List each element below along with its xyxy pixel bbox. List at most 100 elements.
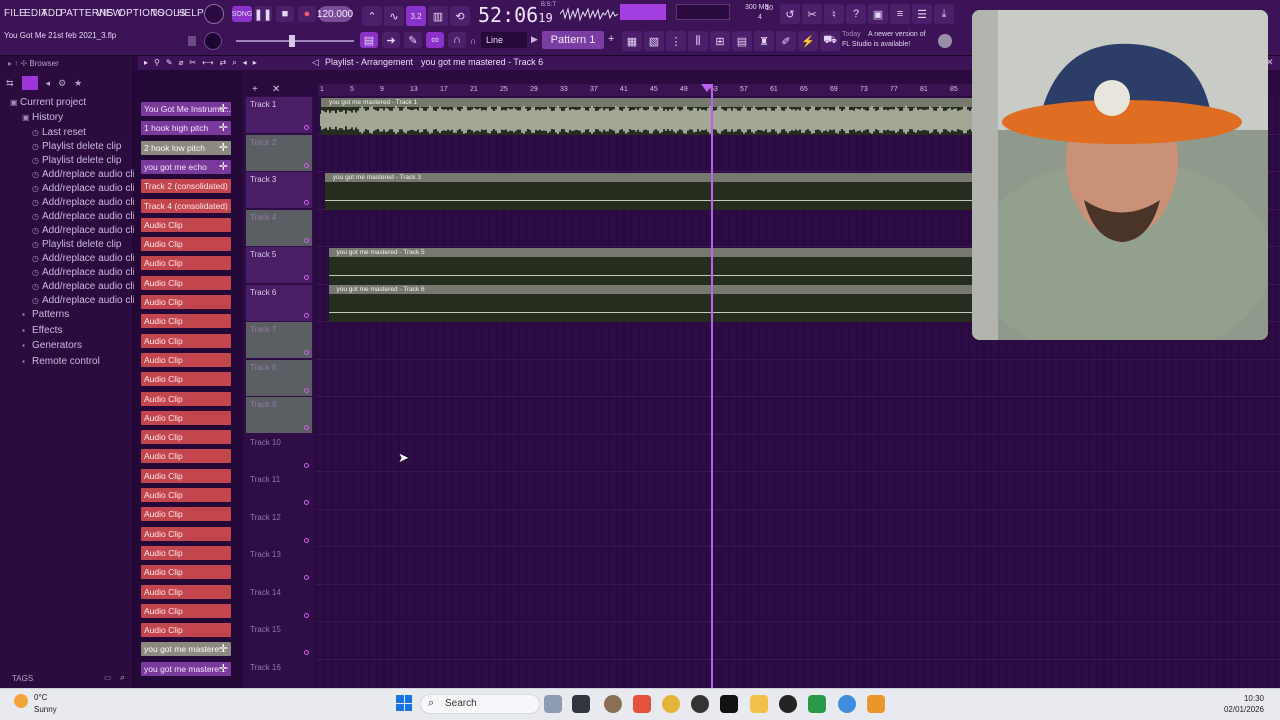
chrome-icon[interactable] <box>662 695 680 713</box>
help-icon[interactable]: ? <box>846 4 866 24</box>
files-icon[interactable]: ▤ <box>732 31 752 51</box>
pattern-selector[interactable]: Pattern 1 <box>542 31 604 49</box>
clip-source-item[interactable]: Track 2 (consolidated) <box>141 179 231 194</box>
browser-item[interactable]: ◷ Playlist delete clip <box>32 239 121 250</box>
add-clip-icon[interactable]: ✛ <box>219 662 228 676</box>
master-volume-slider[interactable] <box>236 40 354 42</box>
clip-source-item[interactable]: Audio Clip <box>141 391 231 406</box>
clip-source-item[interactable]: You Got Me Instrume... ✛ <box>141 102 231 116</box>
track-mute-dot[interactable] <box>304 200 309 205</box>
clip-source-item[interactable]: Audio Clip <box>141 526 231 541</box>
arrow-icon[interactable]: ➜ <box>382 32 400 48</box>
cut-icon[interactable]: ✂ <box>802 4 822 24</box>
master-pitch-knob[interactable] <box>204 32 222 50</box>
track-mute-dot[interactable] <box>304 387 309 393</box>
clip-source-item[interactable]: Audio Clip <box>141 449 231 464</box>
track-header-8[interactable]: Track 8 <box>246 359 312 396</box>
browser-item[interactable]: ◷ Add/replace audio clip <box>32 295 140 306</box>
app-icon-2[interactable] <box>691 695 709 713</box>
browser-item[interactable]: ▣ Current project <box>10 97 86 108</box>
clip-source-item[interactable]: 2 hook low pitch ✛ <box>141 140 231 155</box>
record-mode-icon[interactable] <box>204 4 224 24</box>
browser-item[interactable]: ◷ Add/replace audio clip <box>32 211 140 222</box>
windows-start-icon[interactable] <box>396 695 412 711</box>
playhead[interactable] <box>711 84 713 688</box>
clip-source-item[interactable]: Audio Clip <box>141 603 231 618</box>
save-icon[interactable]: ▣ <box>868 4 888 24</box>
add-pattern-icon[interactable]: + <box>608 33 614 45</box>
clip-source-item[interactable]: Audio Clip <box>141 314 231 329</box>
track-mute-dot[interactable] <box>304 162 309 168</box>
clip-source-item[interactable]: Audio Clip <box>141 237 231 252</box>
globe-icon[interactable] <box>938 34 952 48</box>
browser-item[interactable]: ▪ Remote control <box>22 356 100 367</box>
remove-track-icon[interactable]: ✕ <box>272 84 280 95</box>
faders-icon[interactable]: ⫼ <box>688 31 708 51</box>
clip-source-item[interactable]: Audio Clip <box>141 410 231 425</box>
track-mute-dot[interactable] <box>304 537 309 543</box>
add-clip-icon[interactable]: ✛ <box>219 160 228 174</box>
browser-item[interactable]: ◷ Add/replace audio clip <box>32 169 140 180</box>
app-icon-3[interactable] <box>779 695 797 713</box>
arranged-clip-track-5[interactable]: you got me mastered - Track 5 <box>328 247 972 285</box>
undo-icon[interactable]: ↺ <box>780 4 800 24</box>
widgets-icon[interactable] <box>544 695 562 713</box>
playlist-icon[interactable]: ▤ <box>360 32 378 48</box>
clip-source-item[interactable]: Audio Clip <box>141 256 231 271</box>
track-mute-dot[interactable] <box>304 612 309 618</box>
playlist-arrow-icon[interactable]: ◁ <box>312 57 319 68</box>
add-track-icon[interactable]: + <box>252 84 258 95</box>
tags-search-icon[interactable]: ⌕ <box>120 672 125 683</box>
taskbar-search[interactable] <box>420 694 540 714</box>
clip-source-item[interactable]: Audio Clip <box>141 623 231 638</box>
clip-source-item[interactable]: Audio Clip <box>141 565 231 580</box>
cart-icon[interactable]: ⛟ <box>820 31 840 51</box>
track-header-7[interactable]: Track 7 <box>246 322 312 358</box>
pattern-prev-icon[interactable]: ▶ <box>531 34 538 45</box>
browser-item[interactable]: ◷ Add/replace audio clip <box>32 281 140 292</box>
add-clip-icon[interactable]: ✛ <box>219 121 228 135</box>
master-volume-handle[interactable] <box>289 35 295 47</box>
track-mute-dot[interactable] <box>304 237 309 243</box>
task-view-icon[interactable] <box>572 695 590 713</box>
browser-mode-icon[interactable] <box>21 76 38 90</box>
track-mute-dot[interactable] <box>304 125 309 130</box>
clip-source-item[interactable]: Audio Clip <box>141 352 231 367</box>
track-mute-dot[interactable] <box>304 350 309 355</box>
plugin-icon[interactable]: ♜ <box>754 31 774 51</box>
clip-source-item[interactable]: Audio Clip <box>141 372 231 387</box>
add-clip-icon[interactable]: ✛ <box>219 642 228 656</box>
arranged-clip-track-6[interactable]: you got me mastered - Track 6 <box>328 285 972 322</box>
menu-item-help[interactable]: HELP <box>177 8 204 19</box>
browser-item[interactable]: ◷ Playlist delete clip <box>32 141 121 152</box>
browser-item[interactable]: ◷ Add/replace audio clip <box>32 183 140 194</box>
track-header-15[interactable]: Track 15 <box>246 622 312 658</box>
track-mute-dot[interactable] <box>304 425 309 430</box>
browser-item[interactable]: ◷ Add/replace audio clip <box>32 197 140 208</box>
clip-source-item[interactable]: Audio Clip <box>141 275 231 290</box>
back-icon[interactable]: ◂ <box>46 78 51 89</box>
metronome-icon[interactable]: ⌃ <box>362 6 382 26</box>
countdown-button[interactable]: 3.2 <box>406 6 426 26</box>
browser-item[interactable]: ◷ Add/replace audio clip <box>32 267 140 278</box>
clip-source-item[interactable]: Audio Clip <box>141 545 231 560</box>
record-button[interactable]: ● <box>298 6 316 22</box>
news-panel[interactable]: Today A newer version of FL Studio is av… <box>842 30 942 50</box>
track-header-13[interactable]: Track 13 <box>246 547 312 583</box>
download-icon[interactable]: ⤓ <box>934 4 954 24</box>
plug-icon[interactable]: ⚡ <box>798 31 818 51</box>
track-header-10[interactable]: Track 10 <box>246 435 312 471</box>
track-mute-dot[interactable] <box>304 500 309 505</box>
tags-folder-icon[interactable]: ▭ <box>104 673 112 682</box>
add-clip-icon[interactable]: ✛ <box>219 102 228 116</box>
wait-input-icon[interactable]: ∿ <box>384 6 404 26</box>
track-header-3[interactable]: Track 3 <box>246 172 312 208</box>
browser-item[interactable]: ◷ Add/replace audio clip <box>32 225 140 236</box>
clip-source-item[interactable]: Audio Clip <box>141 333 231 348</box>
track-header-1[interactable]: Track 1 <box>246 97 312 133</box>
app-icon-1[interactable] <box>604 695 622 713</box>
track-header-2[interactable]: Track 2 <box>246 134 312 171</box>
track-header-12[interactable]: Track 12 <box>246 510 312 546</box>
snap-selector[interactable]: Line <box>481 32 527 48</box>
arranged-clip-track-3[interactable]: you got me mastered - Track 3 <box>324 172 973 210</box>
